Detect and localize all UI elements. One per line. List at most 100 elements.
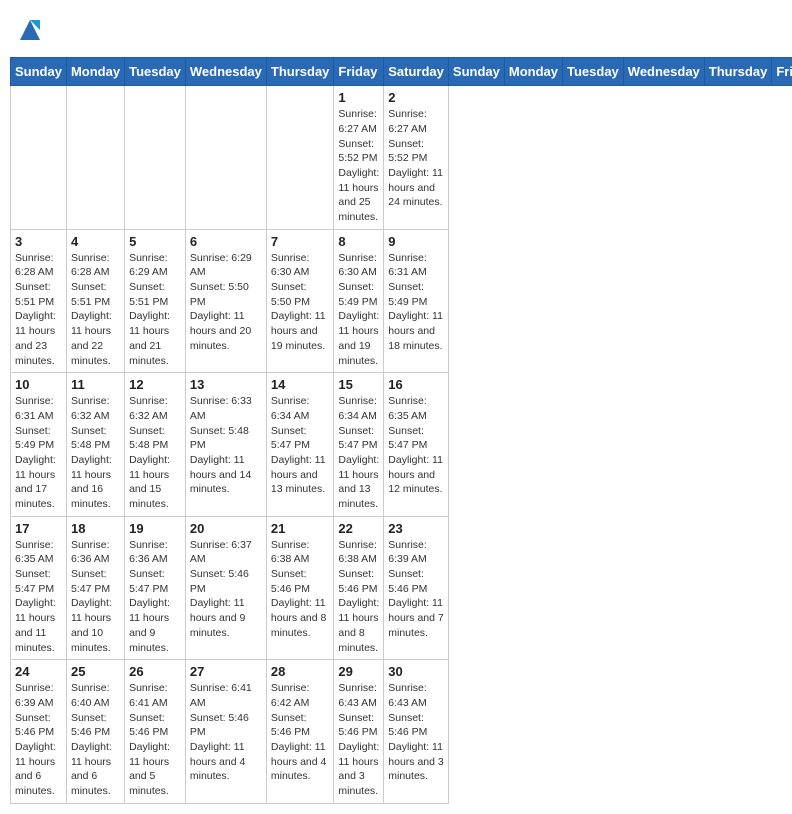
calendar-cell [185, 86, 266, 230]
day-number: 26 [129, 664, 181, 679]
calendar-cell: 6Sunrise: 6:29 AM Sunset: 5:50 PM Daylig… [185, 229, 266, 373]
calendar-cell: 18Sunrise: 6:36 AM Sunset: 5:47 PM Dayli… [66, 516, 124, 660]
day-info: Sunrise: 6:42 AM Sunset: 5:46 PM Dayligh… [271, 681, 330, 784]
day-info: Sunrise: 6:40 AM Sunset: 5:46 PM Dayligh… [71, 681, 120, 799]
day-info: Sunrise: 6:37 AM Sunset: 5:46 PM Dayligh… [190, 538, 262, 641]
page-header [10, 10, 782, 49]
calendar-week-4: 17 Sunrise: 6:35 AM Sunset: 5:47 PM Dayli… [11, 516, 792, 660]
col-header-sunday: Sunday [11, 58, 67, 86]
day-info: Sunrise: 6:34 AM Sunset: 5:47 PM Dayligh… [338, 394, 379, 512]
day-number: 12 [129, 377, 181, 392]
calendar-cell [266, 86, 334, 230]
day-number: 4 [71, 234, 120, 249]
calendar-cell: 8 Sunrise: 6:30 AM Sunset: 5:49 PM Daylig… [334, 229, 384, 373]
calendar-cell: 17 Sunrise: 6:35 AM Sunset: 5:47 PM Dayli… [11, 516, 67, 660]
day-info: Sunrise: 6:29 AM Sunset: 5:51 PM Dayligh… [129, 251, 181, 369]
day-info: Sunrise: 6:35 AM Sunset: 5:47 PM Dayligh… [388, 394, 444, 497]
day-info: Sunrise: 6:38 AM Sunset: 5:46 PM Dayligh… [338, 538, 379, 656]
day-info: Sunrise: 6:43 AM Sunset: 5:46 PM Dayligh… [388, 681, 444, 784]
day-number: 6 [190, 234, 262, 249]
calendar-cell: 4 Sunrise: 6:28 AM Sunset: 5:51 PM Daylig… [66, 229, 124, 373]
calendar-cell [66, 86, 124, 230]
day-number: 25 [71, 664, 120, 679]
col-header-thursday: Thursday [266, 58, 334, 86]
calendar-cell: 5 Sunrise: 6:29 AM Sunset: 5:51 PM Daylig… [125, 229, 186, 373]
day-info: Sunrise: 6:27 AM Sunset: 5:52 PM Dayligh… [338, 107, 379, 225]
col-header-thursday: Thursday [704, 58, 772, 86]
col-header-monday: Monday [504, 58, 562, 86]
day-number: 28 [271, 664, 330, 679]
calendar-week-1: 1 Sunrise: 6:27 AM Sunset: 5:52 PM Daylig… [11, 86, 792, 230]
day-number: 7 [271, 234, 330, 249]
day-info: Sunrise: 6:27 AM Sunset: 5:52 PM Dayligh… [388, 107, 444, 210]
day-info: Sunrise: 6:28 AM Sunset: 5:51 PM Dayligh… [71, 251, 120, 369]
logo [14, 16, 44, 49]
calendar-cell: 10Sunrise: 6:31 AM Sunset: 5:49 PM Dayli… [11, 373, 67, 517]
calendar-cell: 12Sunrise: 6:32 AM Sunset: 5:48 PM Dayli… [125, 373, 186, 517]
calendar-cell: 16 Sunrise: 6:35 AM Sunset: 5:47 PM Dayli… [384, 373, 449, 517]
calendar-cell [125, 86, 186, 230]
day-number: 13 [190, 377, 262, 392]
calendar-cell: 7Sunrise: 6:30 AM Sunset: 5:50 PM Daylig… [266, 229, 334, 373]
calendar-cell: 21 Sunrise: 6:38 AM Sunset: 5:46 PM Dayli… [266, 516, 334, 660]
calendar-cell: 13 Sunrise: 6:33 AM Sunset: 5:48 PM Dayli… [185, 373, 266, 517]
col-header-friday: Friday [334, 58, 384, 86]
day-info: Sunrise: 6:36 AM Sunset: 5:47 PM Dayligh… [71, 538, 120, 656]
day-number: 1 [338, 90, 379, 105]
day-number: 15 [338, 377, 379, 392]
day-info: Sunrise: 6:39 AM Sunset: 5:46 PM Dayligh… [15, 681, 62, 799]
calendar-cell: 15 Sunrise: 6:34 AM Sunset: 5:47 PM Dayli… [334, 373, 384, 517]
col-header-wednesday: Wednesday [185, 58, 266, 86]
day-number: 27 [190, 664, 262, 679]
day-number: 16 [388, 377, 444, 392]
day-info: Sunrise: 6:33 AM Sunset: 5:48 PM Dayligh… [190, 394, 262, 497]
day-number: 2 [388, 90, 444, 105]
col-header-monday: Monday [66, 58, 124, 86]
calendar-cell: 11 Sunrise: 6:32 AM Sunset: 5:48 PM Dayli… [66, 373, 124, 517]
day-number: 10 [15, 377, 62, 392]
col-header-tuesday: Tuesday [125, 58, 186, 86]
calendar-cell: 1 Sunrise: 6:27 AM Sunset: 5:52 PM Daylig… [334, 86, 384, 230]
day-info: Sunrise: 6:31 AM Sunset: 5:49 PM Dayligh… [388, 251, 444, 354]
col-header-wednesday: Wednesday [623, 58, 704, 86]
day-number: 20 [190, 521, 262, 536]
calendar-cell: 28 Sunrise: 6:42 AM Sunset: 5:46 PM Dayli… [266, 660, 334, 804]
calendar-week-5: 24 Sunrise: 6:39 AM Sunset: 5:46 PM Dayli… [11, 660, 792, 804]
day-info: Sunrise: 6:41 AM Sunset: 5:46 PM Dayligh… [190, 681, 262, 784]
day-info: Sunrise: 6:30 AM Sunset: 5:49 PM Dayligh… [338, 251, 379, 369]
calendar-week-3: 10Sunrise: 6:31 AM Sunset: 5:49 PM Dayli… [11, 373, 792, 517]
calendar-cell: 25 Sunrise: 6:40 AM Sunset: 5:46 PM Dayli… [66, 660, 124, 804]
calendar-cell: 23Sunrise: 6:39 AM Sunset: 5:46 PM Dayli… [384, 516, 449, 660]
day-number: 17 [15, 521, 62, 536]
col-header-saturday: Saturday [384, 58, 449, 86]
calendar-cell: 27 Sunrise: 6:41 AM Sunset: 5:46 PM Dayli… [185, 660, 266, 804]
calendar-cell: 22 Sunrise: 6:38 AM Sunset: 5:46 PM Dayli… [334, 516, 384, 660]
calendar-cell: 26Sunrise: 6:41 AM Sunset: 5:46 PM Dayli… [125, 660, 186, 804]
calendar-cell [11, 86, 67, 230]
day-number: 5 [129, 234, 181, 249]
day-number: 8 [338, 234, 379, 249]
logo-icon [14, 24, 44, 49]
day-number: 14 [271, 377, 330, 392]
col-header-sunday: Sunday [448, 58, 504, 86]
day-info: Sunrise: 6:38 AM Sunset: 5:46 PM Dayligh… [271, 538, 330, 641]
day-number: 22 [338, 521, 379, 536]
calendar-cell: 29 Sunrise: 6:43 AM Sunset: 5:46 PM Dayli… [334, 660, 384, 804]
col-header-friday: Friday [772, 58, 792, 86]
day-info: Sunrise: 6:43 AM Sunset: 5:46 PM Dayligh… [338, 681, 379, 799]
day-number: 29 [338, 664, 379, 679]
calendar-cell: 14 Sunrise: 6:34 AM Sunset: 5:47 PM Dayli… [266, 373, 334, 517]
day-number: 9 [388, 234, 444, 249]
day-number: 21 [271, 521, 330, 536]
day-number: 11 [71, 377, 120, 392]
day-number: 3 [15, 234, 62, 249]
day-number: 24 [15, 664, 62, 679]
day-number: 19 [129, 521, 181, 536]
day-info: Sunrise: 6:35 AM Sunset: 5:47 PM Dayligh… [15, 538, 62, 656]
calendar-cell: 2 Sunrise: 6:27 AM Sunset: 5:52 PM Daylig… [384, 86, 449, 230]
day-info: Sunrise: 6:32 AM Sunset: 5:48 PM Dayligh… [71, 394, 120, 512]
calendar-week-2: 3 Sunrise: 6:28 AM Sunset: 5:51 PM Daylig… [11, 229, 792, 373]
day-info: Sunrise: 6:36 AM Sunset: 5:47 PM Dayligh… [129, 538, 181, 656]
calendar-header-row: SundayMondayTuesdayWednesdayThursdayFrid… [11, 58, 792, 86]
day-info: Sunrise: 6:34 AM Sunset: 5:47 PM Dayligh… [271, 394, 330, 497]
